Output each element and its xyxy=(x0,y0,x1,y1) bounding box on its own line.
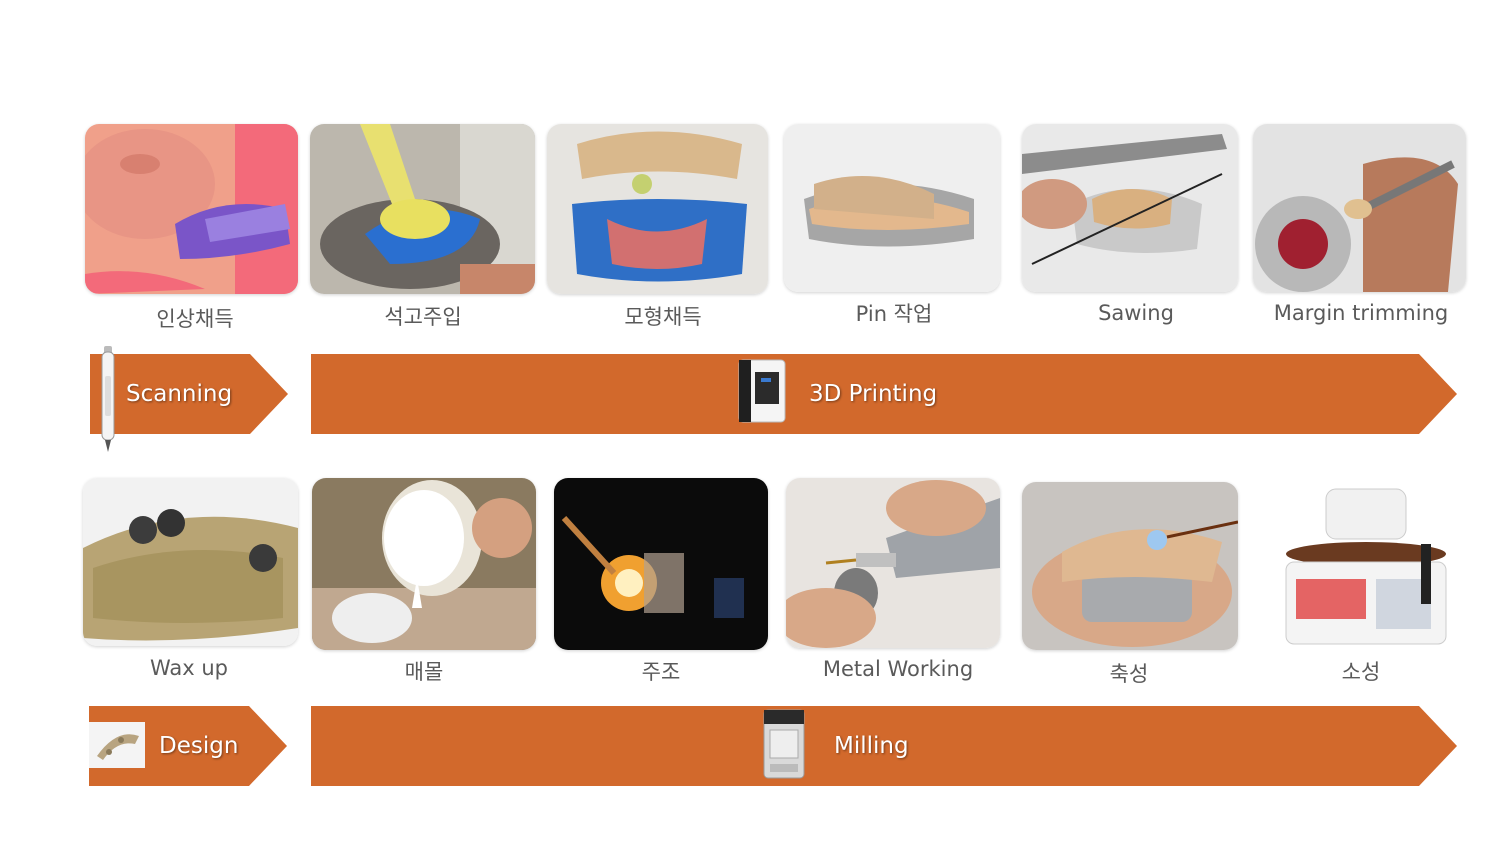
caption-model: 모형채득 xyxy=(624,305,702,329)
wax-up-photo xyxy=(83,478,298,646)
plaster-pouring-photo xyxy=(310,124,535,294)
sawing-photo xyxy=(1022,124,1238,292)
milling-label: Milling xyxy=(834,733,909,759)
milling-machine-icon xyxy=(762,708,806,780)
casting-photo xyxy=(554,478,768,650)
caption-investing: 매몰 xyxy=(404,660,444,684)
caption-sawing: Sawing xyxy=(1098,301,1174,325)
scanning-arrow: Scanning xyxy=(90,354,288,434)
cad-model-icon xyxy=(89,722,145,768)
caption-casting: 주조 xyxy=(641,660,681,684)
caption-impression: 인상채득 xyxy=(156,307,234,331)
metal-working-photo xyxy=(786,478,1000,648)
firing-furnace-photo xyxy=(1256,484,1460,650)
model-fabrication-photo xyxy=(547,124,768,294)
3d-printing-label: 3D Printing xyxy=(809,381,938,407)
pin-work-photo xyxy=(784,124,1000,292)
caption-plaster-pour: 석고주입 xyxy=(384,305,462,329)
impression-taking-photo xyxy=(85,124,298,294)
investing-photo xyxy=(312,478,536,650)
scanning-label: Scanning xyxy=(126,381,233,407)
design-label: Design xyxy=(159,733,239,759)
milling-arrow: Milling xyxy=(311,706,1457,786)
margin-trimming-photo xyxy=(1253,124,1466,292)
caption-wax-up: Wax up xyxy=(149,656,229,680)
caption-pin-work: Pin 작업 xyxy=(855,302,933,326)
3d-printer-icon xyxy=(737,358,787,424)
3d-printing-arrow: 3D Printing xyxy=(311,354,1457,434)
caption-build-up: 축성 xyxy=(1109,662,1149,686)
caption-firing: 소성 xyxy=(1341,660,1381,684)
caption-margin-trimming: Margin trimming xyxy=(1273,301,1449,325)
caption-metal-working: Metal Working xyxy=(822,657,974,681)
intraoral-scanner-icon xyxy=(98,346,118,454)
porcelain-build-up-photo xyxy=(1022,482,1238,650)
